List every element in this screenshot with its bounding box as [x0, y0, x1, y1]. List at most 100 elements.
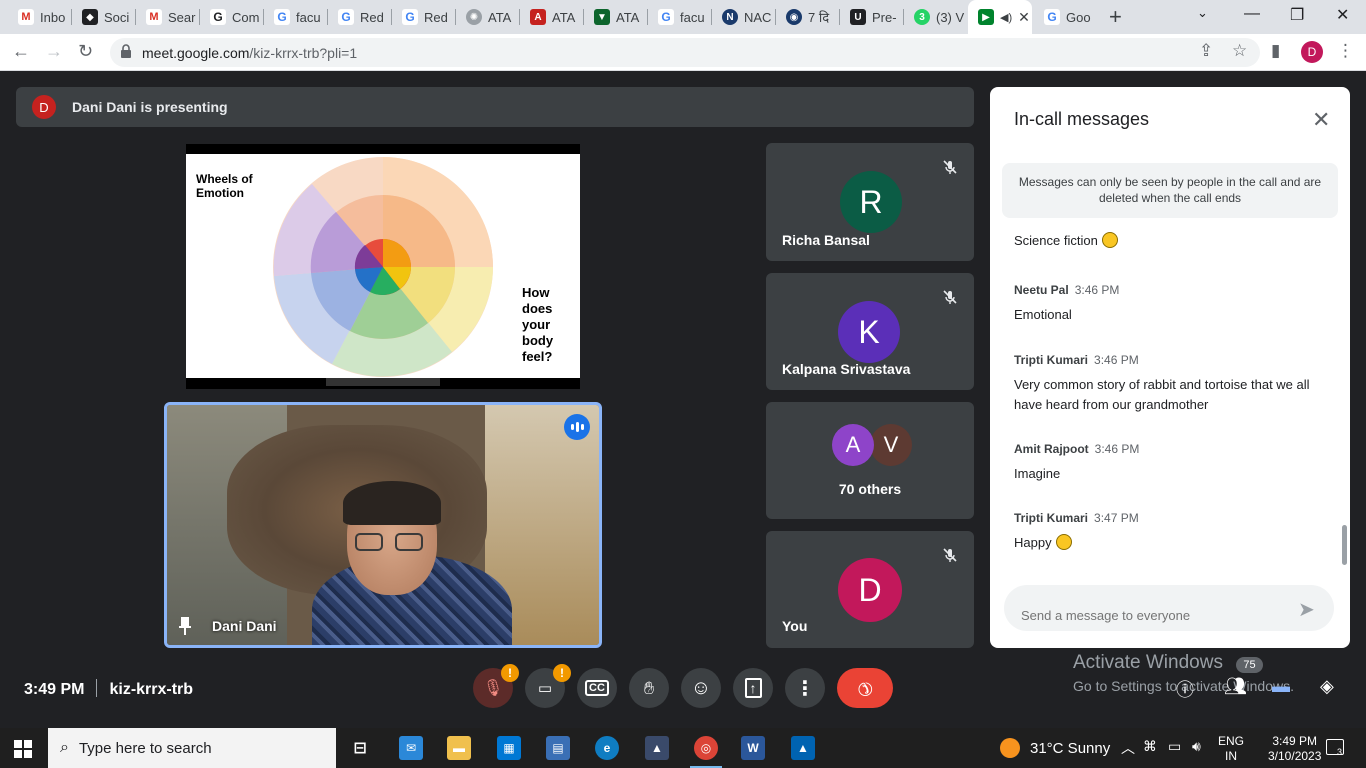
- self-tile[interactable]: D You: [766, 531, 974, 648]
- google-icon: G: [338, 9, 354, 25]
- browser-tab[interactable]: G Red: [392, 0, 456, 34]
- camera-button[interactable]: ▭ !: [525, 664, 571, 708]
- sunny-weather-icon: [1000, 738, 1020, 758]
- chat-message-input[interactable]: [1004, 585, 1334, 631]
- emotion-wheel-image: [273, 157, 493, 377]
- participant-avatar: D: [838, 558, 902, 622]
- browser-tab[interactable]: N NAC: [712, 0, 776, 34]
- lock-icon[interactable]: [120, 44, 132, 58]
- meeting-details-icon[interactable]: ⓘ: [1176, 676, 1194, 702]
- reactions-button[interactable]: ☺: [681, 668, 721, 708]
- close-panel-icon[interactable]: ✕: [1312, 107, 1330, 133]
- browser-tab[interactable]: A ATA: [520, 0, 584, 34]
- browser-menu-icon[interactable]: ⋮: [1337, 41, 1354, 61]
- calculator-icon[interactable]: ▤: [546, 736, 570, 760]
- search-icon: ⌕: [60, 739, 69, 756]
- browser-tab-active[interactable]: ▶ ◀) ✕: [968, 0, 1032, 34]
- edge-icon[interactable]: e: [595, 736, 619, 760]
- browser-tab[interactable]: ◆ Soci: [72, 0, 136, 34]
- new-tab-button[interactable]: +: [1109, 4, 1122, 30]
- raise-hand-button[interactable]: ✋︎: [629, 668, 669, 708]
- others-tile[interactable]: A V 70 others: [766, 402, 974, 519]
- word-icon[interactable]: W: [741, 736, 765, 760]
- browser-tab[interactable]: G facu: [264, 0, 328, 34]
- browser-tab[interactable]: U Pre-: [840, 0, 904, 34]
- close-tab-icon[interactable]: ✕: [1018, 9, 1030, 26]
- url-text[interactable]: meet.google.com/kiz-krrx-trb?pli=1: [142, 45, 357, 61]
- clock-time: 3:49 PM: [1272, 734, 1318, 748]
- browser-tab[interactable]: ✺ ATA: [456, 0, 520, 34]
- pin-icon[interactable]: [179, 617, 191, 635]
- browser-tab[interactable]: G Com: [200, 0, 264, 34]
- profile-avatar[interactable]: D: [1301, 41, 1323, 63]
- presenting-text: Dani Dani is presenting: [72, 99, 228, 115]
- notification-center-icon[interactable]: 3: [1326, 739, 1344, 757]
- chat-message: Amit Rajpoot 3:46 PM Imagine: [1014, 440, 1334, 484]
- close-window-button[interactable]: ✕: [1336, 5, 1349, 25]
- mic-off-icon: [943, 548, 957, 562]
- people-icon[interactable]: 👥︎: [1224, 676, 1247, 697]
- browser-tab[interactable]: ▼ ATA: [584, 0, 648, 34]
- volume-icon[interactable]: 🔊︎: [1192, 738, 1201, 755]
- restore-button[interactable]: ❐: [1290, 5, 1304, 25]
- browser-tab[interactable]: G Red: [328, 0, 392, 34]
- clock-date: 3/10/2023: [1268, 749, 1322, 763]
- task-view-icon[interactable]: ⊟: [348, 736, 372, 760]
- side-panel-icon[interactable]: ▮: [1271, 41, 1280, 61]
- minimize-button[interactable]: —: [1244, 5, 1260, 23]
- message-sender: Tripti Kumari: [1014, 353, 1089, 367]
- message-text: Imagine: [1014, 466, 1061, 481]
- network-icon[interactable]: ▭: [1168, 738, 1181, 755]
- activities-icon[interactable]: ◈: [1320, 676, 1334, 697]
- share-icon[interactable]: ⇪: [1199, 41, 1213, 61]
- chat-icon[interactable]: ▬: [1272, 676, 1290, 697]
- leave-call-button[interactable]: ✆: [837, 668, 893, 708]
- photos-icon[interactable]: ▲: [791, 736, 815, 760]
- app-icon[interactable]: ▲: [645, 736, 669, 760]
- taskbar-search-box[interactable]: ⌕ Type here to search: [48, 728, 336, 768]
- main-speaker-tile[interactable]: Dani Dani: [164, 402, 602, 648]
- browser-tab[interactable]: G facu: [648, 0, 712, 34]
- windows-start-button[interactable]: [14, 740, 32, 758]
- more-options-button[interactable]: ⋮: [785, 668, 825, 708]
- browser-tab[interactable]: M Inbo: [8, 0, 72, 34]
- meeting-time: 3:49 PM: [24, 681, 85, 698]
- microphone-button[interactable]: 🎙︎ !: [473, 664, 519, 708]
- participant-name: Kalpana Srivastava: [782, 361, 911, 377]
- message-text: Emotional: [1014, 307, 1072, 322]
- browser-tab[interactable]: ◉ 7 दि: [776, 0, 840, 34]
- weather-text: 31°C Sunny: [1030, 739, 1111, 757]
- captions-icon: CC: [585, 680, 609, 696]
- google-icon: G: [402, 9, 418, 25]
- presentation-tile[interactable]: Wheels of Emotion How does your body fee…: [186, 144, 580, 389]
- chrome-icon[interactable]: ◎: [690, 736, 722, 768]
- reload-button[interactable]: ↻: [78, 41, 93, 62]
- browser-tab[interactable]: G Goo: [1034, 0, 1098, 34]
- language-indicator[interactable]: ENG IN: [1218, 734, 1244, 764]
- weather-widget[interactable]: 31°C Sunny: [1000, 738, 1110, 758]
- meeting-code[interactable]: kiz-krrx-trb: [109, 681, 193, 698]
- forward-button[interactable]: →: [45, 41, 63, 62]
- browser-tab[interactable]: M Sear: [136, 0, 200, 34]
- bookmark-star-icon[interactable]: ☆: [1232, 41, 1247, 61]
- taskbar-clock[interactable]: 3:49 PM 3/10/2023: [1268, 734, 1321, 764]
- back-button[interactable]: ←: [12, 41, 30, 62]
- slide-question-line: does: [522, 301, 553, 316]
- tray-app-icon[interactable]: ⌘: [1143, 738, 1157, 755]
- captions-button[interactable]: CC: [577, 668, 617, 708]
- participant-tile[interactable]: K Kalpana Srivastava: [766, 273, 974, 390]
- chat-scrollbar[interactable]: [1342, 525, 1347, 565]
- slide-question-line: How: [522, 285, 550, 300]
- browser-tab[interactable]: 3 (3) V: [904, 0, 968, 34]
- tab-search-icon[interactable]: ⌄: [1197, 5, 1208, 21]
- participant-tile[interactable]: R Richa Bansal: [766, 143, 974, 261]
- microsoft-store-icon[interactable]: ▦: [497, 736, 521, 760]
- show-hidden-icons[interactable]: ︿: [1121, 738, 1135, 758]
- address-bar[interactable]: meet.google.com/kiz-krrx-trb?pli=1: [110, 38, 1260, 67]
- windows-taskbar: ⌕ Type here to search ⊟ ✉ ▬ ▦ ▤ e ▲ ◎ W …: [0, 728, 1366, 768]
- nac-icon: N: [722, 9, 738, 25]
- send-icon[interactable]: ➤: [1298, 597, 1315, 622]
- file-explorer-icon[interactable]: ▬: [447, 736, 471, 760]
- mail-icon[interactable]: ✉: [399, 736, 423, 760]
- present-button[interactable]: ↑: [733, 668, 773, 708]
